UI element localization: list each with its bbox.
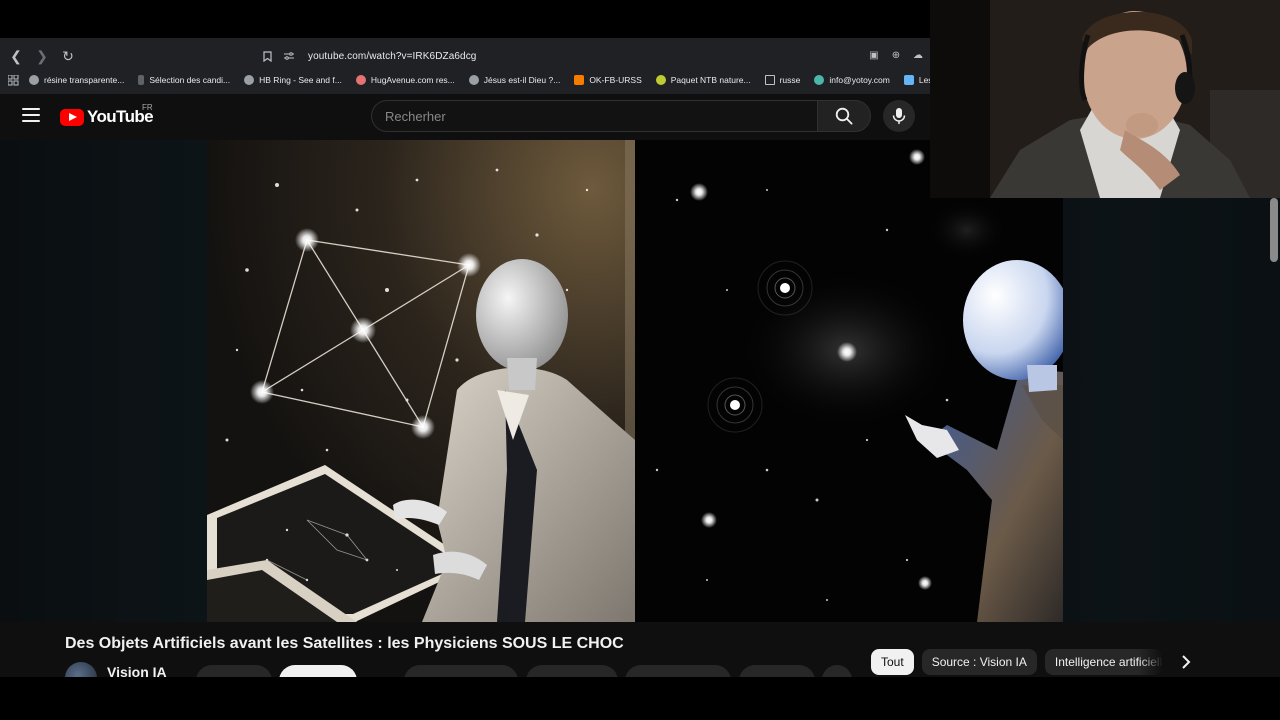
search-button[interactable] <box>817 100 871 132</box>
chip-source[interactable]: Source : Vision IA <box>921 649 1037 675</box>
video-frame <box>207 140 1063 622</box>
bookmark-item[interactable]: Les concours d'a <box>903 75 930 85</box>
bookmark-item[interactable]: résine transparente... <box>29 75 124 85</box>
thanks-button[interactable] <box>739 665 815 677</box>
more-actions-button[interactable] <box>822 665 852 677</box>
menu-icon[interactable] <box>22 108 40 122</box>
cloud-icon[interactable]: ☁ <box>910 47 926 63</box>
bookmark-item[interactable]: HB Ring - See and f... <box>244 75 342 85</box>
chip-ai[interactable]: Intelligence artificielle <box>1044 649 1163 675</box>
url-text[interactable]: youtube.com/watch?v=IRK6DZa6dcg <box>308 51 476 62</box>
apps-icon[interactable] <box>8 72 19 88</box>
favicon-icon <box>355 75 366 85</box>
channel-row: Vision IA <box>65 662 167 677</box>
letterbox-bottom <box>0 677 1280 720</box>
video-info: Des Objets Artificiels avant les Satelli… <box>0 622 1280 677</box>
channel-name[interactable]: Vision IA <box>107 664 167 677</box>
favicon-icon <box>29 75 39 85</box>
youtube-play-icon <box>60 108 84 126</box>
favicon-icon <box>244 75 255 85</box>
bookmark-folder[interactable]: russe <box>764 75 800 85</box>
mic-icon <box>892 108 906 124</box>
join-button[interactable] <box>196 665 272 677</box>
favicon-icon <box>574 75 585 85</box>
recommendation-chips: Tout Source : Vision IA Intelligence art… <box>871 649 1163 675</box>
bookmark-item[interactable]: OK-FB-URSS <box>574 75 642 85</box>
omnibox-actions: ▣ ⊕ ☁ <box>866 47 926 63</box>
site-settings-icon[interactable] <box>280 47 298 65</box>
share-button[interactable] <box>526 665 618 677</box>
back-icon[interactable]: ❮ <box>6 46 26 66</box>
webcam-feed <box>930 0 1280 198</box>
avatar[interactable] <box>65 662 97 677</box>
chevron-right-icon[interactable] <box>1176 651 1196 673</box>
favicon-icon <box>468 75 479 85</box>
folder-icon <box>764 75 775 85</box>
video-player[interactable] <box>207 140 1063 622</box>
bookmark-item[interactable]: Paquet NTB nature... <box>655 75 751 85</box>
page-scrollbar[interactable] <box>1270 198 1278 262</box>
omnibox[interactable]: youtube.com/watch?v=IRK6DZa6dcg ▣ ⊕ ☁ <box>254 44 930 68</box>
bookmark-item[interactable]: HugAvenue.com res... <box>355 75 455 85</box>
chip-all[interactable]: Tout <box>871 649 914 675</box>
country-code: FR <box>142 103 153 112</box>
bookmark-item[interactable]: Jésus est-il Dieu ?... <box>468 75 560 85</box>
youtube-masthead: YouTube FR <box>0 94 930 140</box>
reader-mode-icon[interactable]: ▣ <box>866 47 882 63</box>
like-dislike-button[interactable] <box>404 665 518 677</box>
favicon-icon <box>814 75 825 85</box>
bookmarks-bar: résine transparente... Sélection des can… <box>0 70 930 90</box>
zoom-icon[interactable]: ⊕ <box>888 47 904 63</box>
webcam-overlay <box>930 0 1280 198</box>
bookmark-item[interactable]: Sélection des candi... <box>138 75 230 85</box>
favicon-icon <box>138 75 145 85</box>
subscribe-button[interactable] <box>279 665 357 677</box>
favicon-icon <box>903 75 914 85</box>
address-row: ❮ ❯ ↻ youtube.com/watch?v=IRK6DZa6dcg ▣ … <box>0 44 930 68</box>
forward-icon[interactable]: ❯ <box>32 46 52 66</box>
bookmark-item[interactable]: info@yotoy.com <box>814 75 890 85</box>
browser-toolbar: ❮ ❯ ↻ youtube.com/watch?v=IRK6DZa6dcg ▣ … <box>0 38 930 94</box>
favicon-icon <box>655 75 666 85</box>
screen: ❮ ❯ ↻ youtube.com/watch?v=IRK6DZa6dcg ▣ … <box>0 0 1280 720</box>
voice-search-button[interactable] <box>883 100 915 132</box>
search-icon <box>835 107 853 125</box>
download-button[interactable] <box>625 665 731 677</box>
youtube-logo[interactable]: YouTube <box>60 107 154 127</box>
reload-icon[interactable]: ↻ <box>58 46 78 66</box>
bookmark-icon[interactable] <box>258 47 276 65</box>
search-box <box>371 100 817 132</box>
video-title: Des Objets Artificiels avant les Satelli… <box>65 635 624 652</box>
search-input[interactable] <box>372 101 817 131</box>
